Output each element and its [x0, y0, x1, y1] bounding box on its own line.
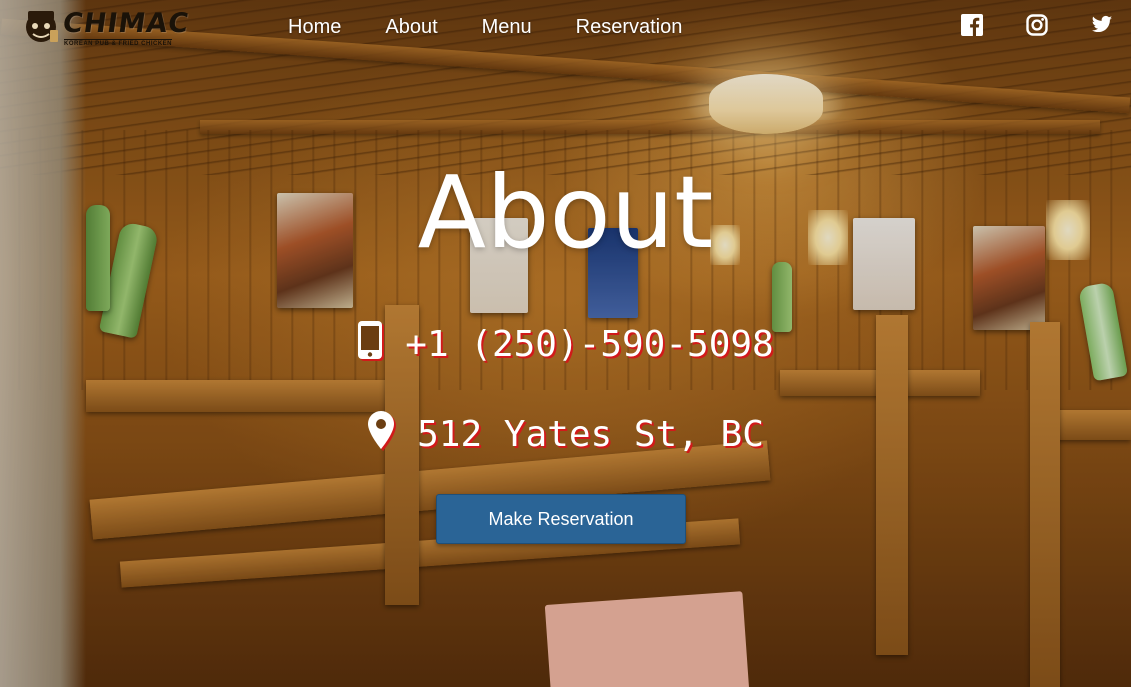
main-nav: Home About Menu Reservation — [288, 14, 726, 40]
nav-item-menu[interactable]: Menu — [482, 14, 532, 40]
nav-item-reservation[interactable]: Reservation — [576, 14, 683, 40]
phone-number: +1 (250)-590-5098 — [405, 323, 774, 365]
logo-mascot-icon — [26, 11, 58, 42]
page-title: About — [417, 154, 714, 271]
address-row[interactable]: 512 Yates St, BC — [0, 408, 1131, 460]
page: CHIMAC KOREAN PUB & FRIED CHICKEN Home A… — [0, 0, 1131, 687]
nav-item-about[interactable]: About — [385, 14, 437, 40]
mobile-phone-icon — [357, 320, 383, 369]
social-links — [961, 14, 1113, 36]
twitter-icon[interactable] — [1091, 14, 1113, 36]
map-marker-icon — [367, 410, 395, 459]
facebook-icon[interactable] — [961, 14, 983, 36]
brand-logo[interactable]: CHIMAC KOREAN PUB & FRIED CHICKEN — [22, 6, 191, 48]
nav-item-home[interactable]: Home — [288, 14, 341, 40]
make-reservation-button[interactable]: Make Reservation — [436, 494, 686, 544]
phone-row[interactable]: +1 (250)-590-5098 — [0, 318, 1131, 370]
instagram-icon[interactable] — [1026, 14, 1048, 36]
brand-tagline: KOREAN PUB & FRIED CHICKEN — [64, 39, 173, 47]
brand-name: CHIMAC — [60, 8, 192, 39]
address-text: 512 Yates St, BC — [417, 413, 764, 455]
